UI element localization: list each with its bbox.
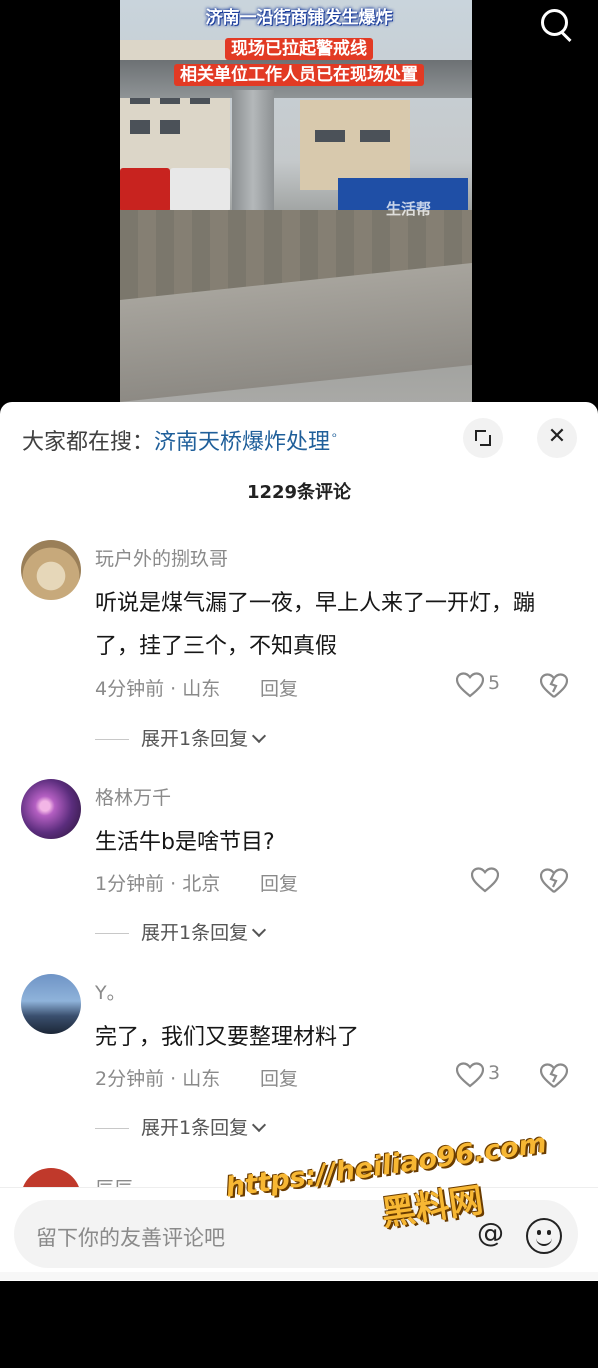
mention-icon[interactable]: @ [477, 1218, 504, 1249]
comment-meta: 4分钟前 · 山东 [95, 678, 221, 700]
expand-icon[interactable] [463, 418, 503, 458]
bottom-strip [0, 1272, 598, 1280]
hot-search-label: 大家都在搜： [22, 430, 155, 455]
heart-icon [456, 1062, 484, 1088]
video-player[interactable]: 济南一沿街商铺发生爆炸 现场已拉起警戒线 相关单位工作人员已在现场处置 生活帮 [0, 0, 598, 410]
reply-button[interactable]: 回复 [260, 674, 298, 701]
avatar[interactable] [21, 974, 81, 1034]
comment-item: 玩户外的捌玖哥 听说是煤气漏了一夜，早上人来了一开灯，蹦了，挂了三个，不知真假 … [0, 540, 598, 750]
comment-input-placeholder: 留下你的友善评论吧 [36, 1226, 225, 1250]
video-headline: 济南一沿街商铺发生爆炸 [205, 8, 393, 28]
video-watermark: 生活帮 [386, 200, 432, 218]
expand-replies-button[interactable]: 展开1条回复 [95, 918, 267, 945]
comment-text: 完了，我们又要整理材料了 [95, 1025, 360, 1050]
broken-heart-icon[interactable] [540, 867, 568, 895]
avatar[interactable] [21, 779, 81, 839]
expand-replies-button[interactable]: 展开1条回复 [95, 1113, 267, 1140]
broken-heart-icon[interactable] [540, 1062, 568, 1090]
expand-replies-button[interactable]: 展开1条回复 [95, 724, 267, 751]
username[interactable]: 格林万千 [95, 783, 171, 810]
comment-item: 格林万千 生活牛b是啥节目? 1分钟前 · 北京 回复 展开1条回复 [0, 779, 598, 979]
search-icon[interactable] [537, 5, 577, 45]
emoji-icon[interactable] [526, 1218, 562, 1254]
hot-search-bar[interactable]: 大家都在搜：济南天桥爆炸处理 ᵒ [22, 424, 337, 456]
like-count: 3 [488, 1062, 501, 1084]
video-caption-1: 现场已拉起警戒线 [0, 38, 598, 60]
username[interactable]: Y。 [95, 978, 126, 1005]
chevron-down-icon [252, 922, 267, 938]
hot-search-link[interactable]: 济南天桥爆炸处理 [154, 430, 330, 455]
comment-text: 听说是煤气漏了一夜，早上人来了一开灯，蹦了，挂了三个，不知真假 [95, 591, 536, 659]
expand-replies-label: 展开1条回复 [141, 1117, 249, 1139]
reply-button[interactable]: 回复 [260, 869, 298, 896]
comment-count: 1229条评论 [246, 482, 352, 503]
broken-heart-icon[interactable] [540, 672, 568, 700]
chevron-down-icon [252, 1117, 267, 1133]
comment-meta: 1分钟前 · 北京 [95, 873, 221, 895]
expand-replies-label: 展开1条回复 [141, 728, 249, 750]
like-count: 5 [488, 672, 501, 694]
comment-meta: 2分钟前 · 山东 [95, 1068, 221, 1090]
like-button[interactable]: 3 [456, 1060, 516, 1090]
search-small-icon: ᵒ [332, 429, 337, 444]
like-button[interactable] [471, 865, 531, 895]
close-icon[interactable]: ✕ [537, 418, 577, 458]
chevron-down-icon [252, 728, 267, 744]
reply-button[interactable]: 回复 [260, 1064, 298, 1091]
expand-replies-label: 展开1条回复 [141, 922, 249, 944]
like-button[interactable]: 5 [456, 670, 516, 700]
avatar[interactable] [21, 540, 81, 600]
video-caption-2: 相关单位工作人员已在现场处置 [0, 64, 598, 86]
heart-icon [471, 867, 499, 893]
comment-text: 生活牛b是啥节目? [95, 830, 275, 855]
heart-icon [456, 672, 484, 698]
username[interactable]: 玩户外的捌玖哥 [95, 544, 228, 571]
